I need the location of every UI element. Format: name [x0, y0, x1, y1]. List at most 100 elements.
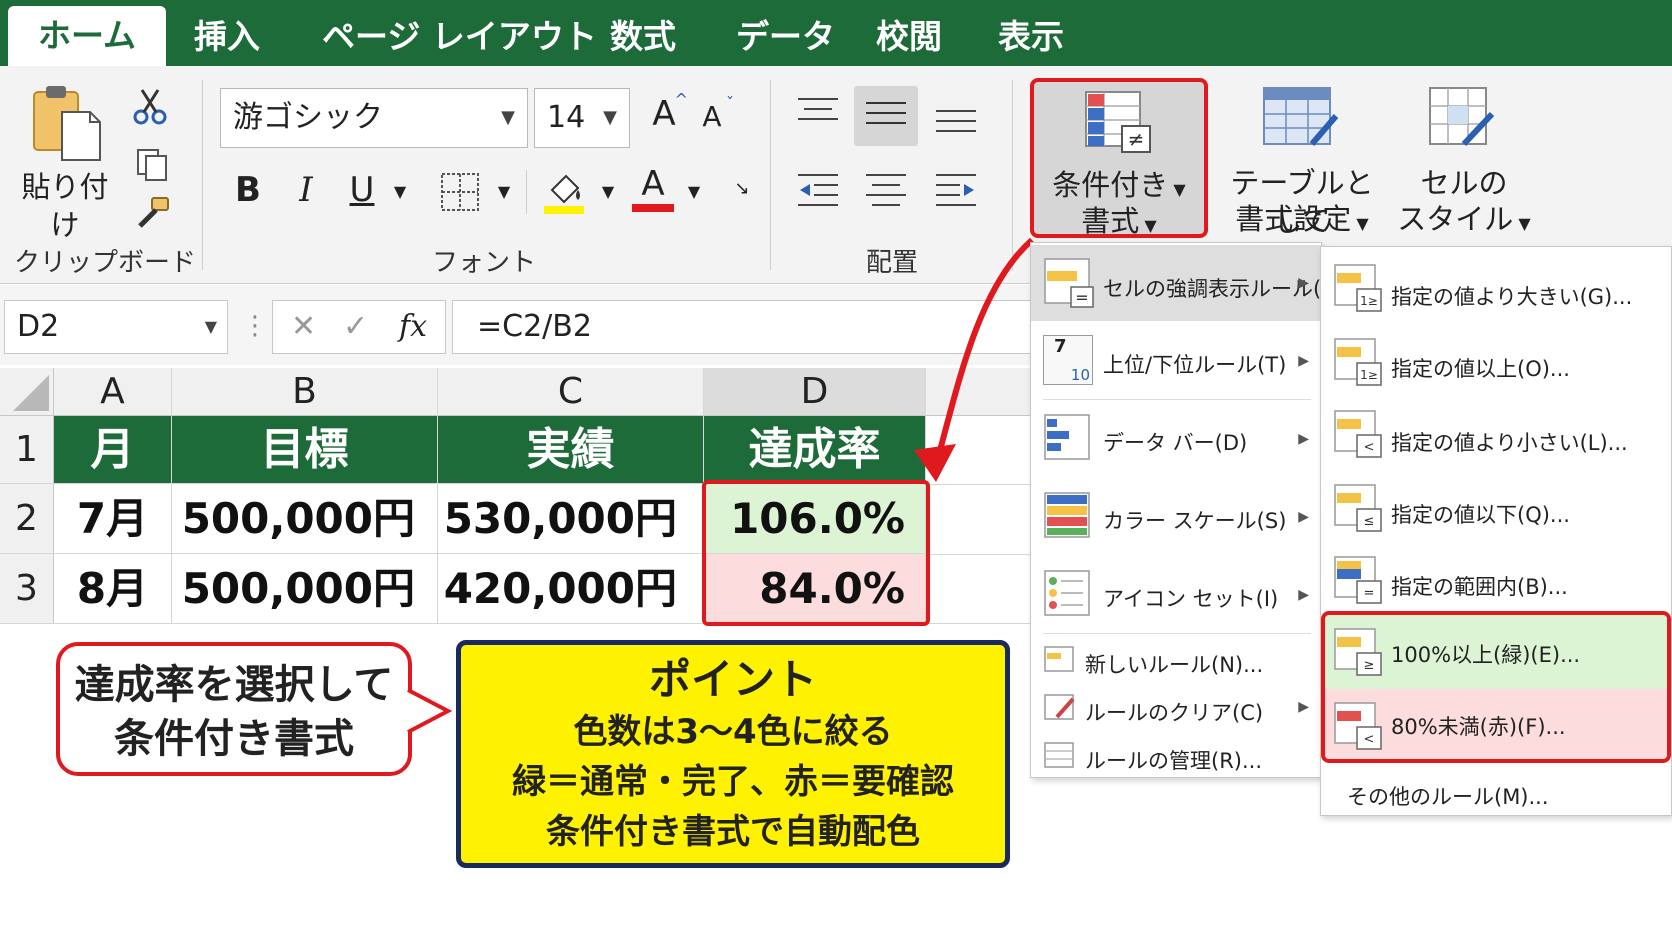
copy-icon[interactable] [134, 146, 170, 182]
submenu-item-less-than[interactable]: < 指定の値より小さい(L)... [1321, 397, 1671, 467]
green-rule-icon: ≥ [1334, 628, 1382, 676]
submenu-item-green-100[interactable]: ≥ 100%以上(緑)(E)... [1325, 615, 1667, 689]
menu-item-icon-sets[interactable]: アイコン セット(I) ▶ [1031, 559, 1321, 631]
menu-item-highlight-cells-rules[interactable]: = セルの強調表示ルール(H) ▶ [1031, 245, 1345, 321]
point-line-1: 色数は3～4色に絞る [573, 712, 893, 752]
cell-c1[interactable]: 実績 [438, 416, 704, 484]
grow-font-button[interactable]: A ^ [646, 90, 688, 134]
font-name-combo[interactable]: 游ゴシック ▼ [220, 88, 528, 148]
chevron-down-icon[interactable]: ▼ [684, 182, 704, 201]
tab-formulas[interactable]: 数式 [610, 12, 676, 66]
cell-c3[interactable]: 420,000円 [438, 554, 704, 624]
menu-item-manage-rules[interactable]: ルールの管理(R)... [1031, 733, 1321, 779]
highlight-cells-icon: = [1044, 258, 1094, 308]
name-box-value: D2 [17, 309, 60, 344]
data-bars-icon [1044, 414, 1090, 460]
align-top-icon[interactable] [796, 96, 840, 126]
submenu-item-less-equal[interactable]: ≤ 指定の値以下(Q)... [1321, 469, 1671, 541]
submenu-item-greater-than[interactable]: 1≥ 指定の値より大きい(G)... [1321, 251, 1671, 321]
cell-c2[interactable]: 530,000円 [438, 484, 704, 554]
cell-d1[interactable]: 達成率 [704, 416, 926, 484]
enter-icon[interactable]: ✓ [343, 301, 368, 353]
icon-sets-icon [1044, 570, 1090, 616]
chevron-down-icon[interactable]: ▼ [598, 182, 618, 201]
fill-color-icon[interactable] [544, 168, 588, 216]
svg-text:=: = [1075, 288, 1088, 307]
chevron-down-icon: ▼ [204, 317, 217, 336]
tab-data[interactable]: データ [736, 12, 835, 66]
highlight-rules-submenu: 1≥ 指定の値より大きい(G)... 1≥ 指定の値以上(O)... < 指定の… [1320, 246, 1672, 816]
name-box[interactable]: D2 ▼ [4, 300, 228, 354]
column-header-a[interactable]: A [54, 368, 172, 416]
formula-bar-grip-icon[interactable]: ⋮ [242, 306, 268, 346]
insert-function-icon[interactable]: fx [399, 301, 427, 353]
cancel-icon[interactable]: ✕ [291, 301, 316, 353]
cell-a3[interactable]: 8月 [54, 554, 172, 624]
format-as-table-button[interactable]: テーブルとして 書式設定 ▼ [1222, 82, 1382, 242]
svg-text:1≥: 1≥ [1360, 294, 1378, 308]
format-as-table-icon [1263, 87, 1339, 146]
submenu-item-red-80[interactable]: < 80%未満(赤)(F)... [1325, 689, 1667, 759]
tab-home[interactable]: ホーム [8, 6, 167, 66]
cell-b1[interactable]: 目標 [172, 416, 438, 484]
menu-item-top-bottom-rules[interactable]: 7 10 上位/下位ルール(T) ▶ [1031, 325, 1321, 397]
conditional-formatting-icon: ≠ [1085, 91, 1151, 153]
conditional-formatting-button[interactable]: ≠ 条件付き ▼ 書式 ▼ [1030, 78, 1208, 238]
submenu-item-between[interactable]: = 指定の範囲内(B)... [1321, 543, 1671, 613]
paste-button[interactable]: 貼り付け [10, 82, 120, 242]
tab-review[interactable]: 校閲 [876, 12, 942, 66]
svg-text:≥: ≥ [1364, 658, 1375, 673]
chevron-down-icon[interactable]: ▼ [494, 182, 514, 201]
row-header-1[interactable]: 1 [0, 416, 54, 484]
tab-insert[interactable]: 挿入 [194, 12, 260, 66]
font-dialog-launcher-icon[interactable]: ↘ [732, 178, 752, 199]
align-center-icon[interactable] [864, 172, 908, 212]
column-header-c[interactable]: C [438, 368, 704, 416]
cut-icon[interactable] [130, 86, 170, 126]
shrink-font-button[interactable]: Aˇ [696, 94, 734, 133]
chevron-right-icon: ▶ [1298, 699, 1309, 715]
chevron-down-icon[interactable]: ▼ [390, 182, 410, 201]
increase-indent-icon[interactable] [934, 172, 978, 212]
submenu-item-greater-equal[interactable]: 1≥ 指定の値以上(O)... [1321, 325, 1671, 395]
font-color-button[interactable]: A [632, 164, 674, 214]
row-header-3[interactable]: 3 [0, 554, 54, 624]
bold-button[interactable]: B [230, 170, 266, 210]
point-line-2: 緑＝通常・完了、赤＝要確認 [512, 762, 954, 802]
row-header-2[interactable]: 2 [0, 484, 54, 554]
ribbon-separator [202, 80, 203, 270]
cell-a2[interactable]: 7月 [54, 484, 172, 554]
tab-view[interactable]: 表示 [998, 12, 1064, 66]
align-middle-button[interactable] [854, 86, 918, 146]
decrease-indent-icon[interactable] [796, 172, 840, 212]
column-header-d[interactable]: D [704, 368, 926, 416]
column-header-b[interactable]: B [172, 368, 438, 416]
submenu-item-more-rules[interactable]: その他のルール(M)... [1321, 769, 1671, 815]
chevron-down-icon: ▼ [501, 107, 515, 128]
between-icon: = [1334, 556, 1382, 604]
menu-item-new-rule[interactable]: 新しいルール(N)... [1031, 637, 1321, 683]
tab-page-layout[interactable]: ページ レイアウト [322, 12, 597, 66]
cell-b2[interactable]: 500,000円 [172, 484, 438, 554]
ribbon-separator [526, 170, 527, 214]
chevron-right-icon: ▶ [1298, 509, 1309, 525]
grow-font-icon: A [652, 94, 676, 134]
format-painter-icon[interactable] [132, 196, 172, 232]
cell-styles-button[interactable]: セルの スタイル ▼ [1394, 82, 1534, 242]
italic-button[interactable]: I [290, 170, 322, 210]
svg-text:=: = [1364, 586, 1375, 601]
conditional-formatting-menu: = セルの強調表示ルール(H) ▶ 7 10 上位/下位ルール(T) ▶ データ… [1030, 242, 1345, 779]
border-icon[interactable] [440, 172, 480, 212]
underline-button[interactable]: U [344, 170, 380, 210]
cell-b3[interactable]: 500,000円 [172, 554, 438, 624]
clipboard-group-label: クリップボード [14, 248, 197, 278]
cell-a1[interactable]: 月 [54, 416, 172, 484]
font-size-combo[interactable]: 14 ▼ [534, 88, 630, 148]
menu-item-clear-rules[interactable]: ルールのクリア(C) ▶ [1031, 685, 1321, 731]
menu-item-data-bars[interactable]: データ バー(D) ▶ [1031, 403, 1321, 475]
formula-buttons: ✕ ✓ fx [272, 300, 446, 354]
menu-item-color-scales[interactable]: カラー スケール(S) ▶ [1031, 481, 1321, 553]
align-bottom-icon[interactable] [934, 108, 978, 138]
callout-line-2: 条件付き書式 [114, 716, 354, 762]
select-all-corner[interactable] [0, 368, 54, 416]
